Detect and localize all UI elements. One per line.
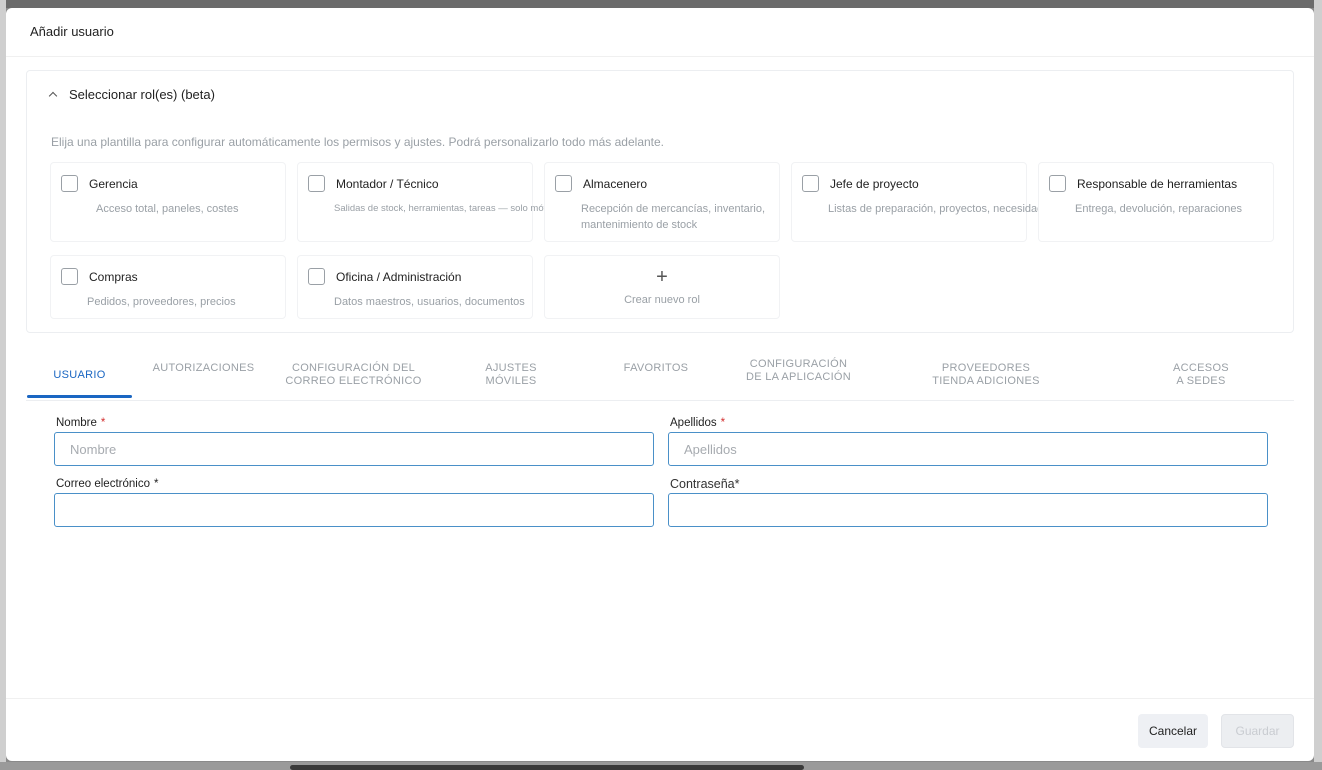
- apellidos-label-text: Apellidos: [670, 417, 717, 429]
- role-checkbox[interactable]: [555, 175, 572, 192]
- tab-label-line: CORREO ELECTRÓNICO: [285, 375, 422, 387]
- role-checkbox[interactable]: [802, 175, 819, 192]
- role-description: Pedidos, proveedores, precios: [87, 296, 236, 308]
- tab-autorizaciones[interactable]: AUTORIZACIONES: [146, 352, 261, 384]
- footer-divider: [6, 698, 1314, 699]
- header-divider: [6, 56, 1314, 57]
- role-description: Recepción de mercancías, inventario, man…: [581, 203, 766, 231]
- modal-title: Añadir usuario: [30, 24, 114, 39]
- tab-label: USUARIO: [53, 368, 106, 381]
- role-name: Gerencia: [89, 177, 138, 191]
- tab-label-wrap: PROVEEDORES TIENDA ADICIONES: [932, 362, 1040, 388]
- tabs-divider: [26, 400, 1294, 401]
- role-name: Responsable de herramientas: [1077, 177, 1238, 191]
- role-checkbox[interactable]: [61, 175, 78, 192]
- role-name: Montador / Técnico: [336, 177, 439, 191]
- role-description: Listas de preparación, proyectos, necesi…: [828, 203, 1062, 215]
- tab-sedes[interactable]: ACCESOS A SEDES: [1156, 352, 1246, 398]
- tab-label-wrap: CONFIGURACIÓN DE LA APLICACIÓN: [746, 358, 851, 384]
- required-mark: *: [153, 478, 159, 490]
- save-button[interactable]: Guardar: [1221, 714, 1294, 748]
- email-input[interactable]: [54, 493, 654, 527]
- role-name: Jefe de proyecto: [830, 177, 919, 191]
- tab-correo[interactable]: CONFIGURACIÓN DEL CORREO ELECTRÓNICO: [281, 352, 426, 398]
- role-checkbox[interactable]: [1049, 175, 1066, 192]
- role-name: Oficina / Administración: [336, 270, 462, 284]
- chevron-up-icon: [47, 89, 59, 101]
- role-name: Compras: [89, 270, 138, 284]
- role-checkbox[interactable]: [61, 268, 78, 285]
- password-input[interactable]: [668, 493, 1268, 527]
- tab-label-line: TIENDA ADICIONES: [932, 375, 1040, 387]
- email-label: Correo electrónico *: [56, 478, 158, 490]
- nombre-label: Nombre *: [56, 417, 105, 429]
- role-name: Almacenero: [583, 177, 648, 191]
- password-label: Contraseña*: [670, 477, 740, 491]
- create-role-label: Crear nuevo rol: [624, 294, 700, 306]
- apellidos-input[interactable]: [668, 432, 1268, 466]
- background-app-bar: [0, 0, 1322, 8]
- apellidos-label: Apellidos *: [670, 417, 725, 429]
- tab-aplicacion[interactable]: CONFIGURACIÓN DE LA APLICACIÓN: [731, 352, 866, 390]
- role-card-montador[interactable]: Montador / Técnico Salidas de stock, her…: [297, 162, 553, 242]
- roles-description: Elija una plantilla para configurar auto…: [51, 135, 665, 149]
- tab-moviles[interactable]: AJUSTES MÓVILES: [466, 352, 556, 398]
- nombre-label-text: Nombre: [56, 417, 97, 429]
- tab-label-wrap: AJUSTES MÓVILES: [485, 362, 537, 388]
- tab-label-line: DE LA APLICACIÓN: [745, 371, 852, 383]
- tab-label-line: AJUSTES: [485, 362, 537, 374]
- tab-label-line: ACCESOS: [1173, 362, 1229, 374]
- active-tab-indicator: [27, 395, 132, 398]
- role-description: Salidas de stock, herramientas, tareas —…: [334, 203, 553, 214]
- tab-bar: USUARIO AUTORIZACIONES CONFIGURACIÓN DEL…: [26, 352, 1294, 402]
- email-label-text: Correo electrónico: [56, 478, 150, 490]
- role-description: Datos maestros, usuarios, documentos: [334, 296, 525, 308]
- role-card-compras[interactable]: Compras Pedidos, proveedores, precios: [50, 255, 286, 319]
- roles-panel: Seleccionar rol(es) (beta) Elija una pla…: [26, 70, 1294, 333]
- tab-label: AUTORIZACIONES: [152, 361, 255, 374]
- role-card-jefe-proyecto[interactable]: Jefe de proyecto Listas de preparación, …: [791, 162, 1062, 242]
- nombre-input[interactable]: [54, 432, 654, 466]
- role-card-herramientas[interactable]: Responsable de herramientas Entrega, dev…: [1038, 162, 1274, 242]
- tab-label-wrap: ACCESOS A SEDES: [1173, 362, 1229, 388]
- role-description: Acceso total, paneles, costes: [96, 203, 239, 215]
- background-page-right: [1314, 0, 1322, 770]
- tab-proveedores[interactable]: PROVEEDORES TIENDA ADICIONES: [916, 352, 1056, 398]
- background-scrollbar[interactable]: [290, 765, 804, 770]
- tab-label-line: CONFIGURACIÓN: [749, 358, 848, 370]
- roles-toggle[interactable]: Seleccionar rol(es) (beta): [47, 87, 215, 102]
- tab-favoritos[interactable]: FAVORITOS: [606, 352, 706, 384]
- role-description: Entrega, devolución, reparaciones: [1075, 203, 1242, 215]
- required-mark: *: [100, 417, 106, 429]
- role-card-almacenero[interactable]: Almacenero Recepción de mercancías, inve…: [544, 162, 780, 242]
- tab-label-line: MÓVILES: [485, 375, 537, 387]
- role-card-oficina[interactable]: Oficina / Administración Datos maestros,…: [297, 255, 533, 319]
- role-card-gerencia[interactable]: Gerencia Acceso total, paneles, costes: [50, 162, 286, 242]
- tab-label: FAVORITOS: [623, 361, 689, 374]
- create-role-button[interactable]: + Crear nuevo rol: [544, 255, 780, 319]
- tab-label-line: A SEDES: [1176, 375, 1226, 387]
- role-checkbox[interactable]: [308, 175, 325, 192]
- tab-label-line: PROVEEDORES: [941, 362, 1031, 374]
- roles-title: Seleccionar rol(es) (beta): [69, 87, 215, 102]
- tab-label-wrap: CONFIGURACIÓN DEL CORREO ELECTRÓNICO: [285, 362, 421, 388]
- role-checkbox[interactable]: [308, 268, 325, 285]
- add-user-modal: Añadir usuario Seleccionar rol(es) (beta…: [6, 8, 1314, 761]
- required-mark: *: [720, 417, 726, 429]
- tab-label-line: CONFIGURACIÓN DEL: [291, 362, 416, 374]
- plus-icon: +: [656, 266, 668, 288]
- cancel-button[interactable]: Cancelar: [1138, 714, 1208, 748]
- tab-usuario[interactable]: USUARIO: [27, 352, 132, 398]
